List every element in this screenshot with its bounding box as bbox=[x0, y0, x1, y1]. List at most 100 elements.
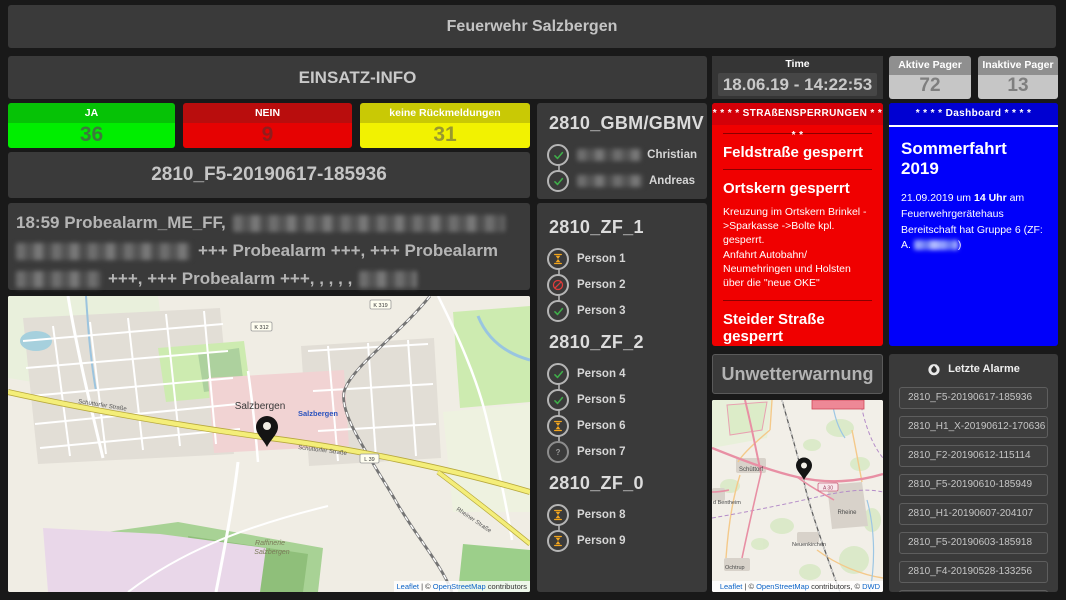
active-pager-box: Aktive Pager 72 bbox=[889, 56, 971, 99]
status-keine-label: keine Rückmeldungen bbox=[360, 103, 530, 123]
alarm-list-item[interactable]: 2810_F2-20190612-115114 bbox=[899, 445, 1048, 467]
main-map-place-label: Salzbergen bbox=[235, 401, 286, 412]
town-label: Neuenkirchen bbox=[792, 542, 826, 548]
redacted-name bbox=[577, 149, 641, 161]
member-row: Christian bbox=[547, 142, 697, 168]
status-box-ja: JA 36 bbox=[8, 103, 175, 148]
recent-alarms-header: Letzte Alarme bbox=[889, 354, 1058, 380]
leaflet-link[interactable]: Leaflet bbox=[397, 582, 420, 591]
status-keine-value: 31 bbox=[360, 123, 530, 148]
member-name: Andreas bbox=[649, 175, 695, 187]
status-box-nein: NEIN 9 bbox=[183, 103, 352, 148]
redacted-text bbox=[16, 271, 101, 288]
roadblock-title: Feldstraße gesperrt bbox=[723, 144, 872, 161]
alarm-list-item[interactable]: 2810_F5-20190617-185936 bbox=[899, 387, 1048, 409]
member-row: Person 4 bbox=[547, 361, 697, 387]
redacted-name bbox=[577, 175, 643, 187]
alarm-list-item[interactable]: 2810_F5-20190610-185949 bbox=[899, 474, 1048, 496]
member-name: Person 7 bbox=[577, 446, 626, 458]
alarm-message-line: +++ Probealarm +++, +++ Probealarm bbox=[16, 237, 522, 265]
dashboard-event-location: Feuerwehrgerätehaus bbox=[901, 207, 1046, 223]
group-panel-gbm: 2810_GBM/GBMV ChristianAndreas bbox=[537, 103, 707, 199]
recent-alarms-panel: Letzte Alarme 2810_F5-20190617-185936281… bbox=[889, 354, 1058, 592]
status-box-keine-rueckmeldungen: keine Rückmeldungen 31 bbox=[360, 103, 530, 148]
divider bbox=[723, 300, 872, 301]
dashboard-header: * * * * Dashboard * * * * bbox=[889, 103, 1058, 125]
alarm-text: 18:59 Probealarm_ME_FF, bbox=[16, 213, 226, 233]
weather-map-canvas: A 30 Schüttorf d Bentheim Rheine Neuenki… bbox=[712, 400, 883, 592]
weather-warning-title: Unwetterwarnung bbox=[721, 364, 873, 385]
dashboard-event-title: Sommerfahrt 2019 bbox=[901, 139, 1046, 179]
leaflet-link[interactable]: Leaflet bbox=[720, 582, 743, 591]
hourglass-icon bbox=[547, 415, 569, 437]
check-icon bbox=[547, 170, 569, 192]
inactive-pager-value: 13 bbox=[978, 75, 1058, 99]
alarm-message-panel: 18:59 Probealarm_ME_FF, +++ Probealarm +… bbox=[8, 203, 530, 290]
alarm-list-item[interactable]: 2810_H1-20190607-204107 bbox=[899, 503, 1048, 525]
check-icon bbox=[547, 300, 569, 322]
einsatz-id-bar: 2810_F5-20190617-185936 bbox=[8, 152, 530, 198]
member-name: Christian bbox=[647, 149, 697, 161]
road-badge: K 319 bbox=[373, 303, 387, 309]
hourglass-icon bbox=[547, 504, 569, 526]
redacted-text bbox=[233, 215, 505, 232]
roadblocks-list: Feldstraße gesperrtOrtskern gesperrtKreu… bbox=[712, 133, 883, 346]
group-panel-zf: 2810_ZF_1Person 1Person 2Person 32810_ZF… bbox=[537, 203, 707, 592]
member-row: Person 1 bbox=[547, 246, 697, 272]
group-title: 2810_ZF_2 bbox=[549, 332, 697, 353]
member-name: Person 4 bbox=[577, 368, 626, 380]
einsatz-info-title: EINSATZ-INFO bbox=[299, 68, 417, 88]
app-title: Feuerwehr Salzbergen bbox=[447, 18, 618, 36]
divider bbox=[723, 169, 872, 170]
member-name: Person 6 bbox=[577, 420, 626, 432]
roadblock-title: Steider Straße gesperrt bbox=[723, 311, 872, 345]
osm-link[interactable]: OpenStreetMap bbox=[433, 582, 486, 591]
member-list: Person 8Person 9 bbox=[547, 502, 697, 554]
member-row: Person 3 bbox=[547, 298, 697, 324]
osm-link[interactable]: OpenStreetMap bbox=[756, 582, 809, 591]
alarm-list-item[interactable] bbox=[899, 590, 1048, 592]
alarm-message-line: 18:59 Probealarm_ME_FF, bbox=[16, 209, 522, 237]
recent-alarms-title: Letzte Alarme bbox=[948, 363, 1020, 375]
blocked-icon bbox=[547, 274, 569, 296]
motorway-badge: A 30 bbox=[823, 486, 833, 492]
town-label: Schüttorf bbox=[739, 467, 763, 473]
redacted-text bbox=[16, 243, 191, 260]
member-list: Person 4Person 5Person 6?Person 7 bbox=[547, 361, 697, 465]
dashboard-panel: * * * * Dashboard * * * * Sommerfahrt 20… bbox=[889, 103, 1058, 346]
inactive-pager-label: Inaktive Pager bbox=[978, 56, 1058, 75]
check-icon bbox=[547, 363, 569, 385]
road-badge: K 312 bbox=[254, 325, 268, 331]
status-nein-label: NEIN bbox=[183, 103, 352, 123]
alarm-list-item[interactable]: 2810_H1_X-20190612-170636 bbox=[899, 416, 1048, 438]
member-row: Person 2 bbox=[547, 272, 697, 298]
alarm-text: +++ Probealarm +++, +++ Probealarm bbox=[198, 241, 498, 261]
member-name: Person 3 bbox=[577, 305, 626, 317]
member-name: Person 2 bbox=[577, 279, 626, 291]
town-label: Rheine bbox=[837, 510, 857, 516]
roadblocks-header: * * * * STRAßENSPERRUNGEN * * * * bbox=[712, 103, 883, 125]
active-pager-label: Aktive Pager bbox=[889, 56, 971, 75]
main-map-attribution: Leaflet | © OpenStreetMap contributors bbox=[394, 581, 531, 592]
time-panel: Time 18.06.19 - 14:22:53 bbox=[712, 56, 883, 99]
main-map-industrial-label: Raffinerie bbox=[255, 540, 285, 547]
dashboard-standby: Bereitschaft hat Gruppe 6 (ZF: A. ) bbox=[901, 223, 1046, 255]
main-map[interactable]: Schüttorfer Straße Schüttorfer Straße Rh… bbox=[8, 296, 530, 592]
redacted-text bbox=[914, 240, 958, 250]
status-ja-value: 36 bbox=[8, 123, 175, 148]
member-list: Christian Andreas bbox=[547, 142, 697, 194]
dwd-link[interactable]: DWD bbox=[862, 582, 880, 591]
hourglass-icon bbox=[547, 530, 569, 552]
roadblocks-panel: * * * * STRAßENSPERRUNGEN * * * * Feldst… bbox=[712, 103, 883, 346]
weather-map[interactable]: A 30 Schüttorf d Bentheim Rheine Neuenki… bbox=[712, 400, 883, 592]
member-row: ?Person 7 bbox=[547, 439, 697, 465]
hourglass-icon bbox=[547, 248, 569, 270]
alarm-list-item[interactable]: 2810_F4-20190528-133256 bbox=[899, 561, 1048, 583]
dashboard-event-date: 21.09.2019 um 14 Uhr am bbox=[901, 191, 1046, 207]
time-value: 18.06.19 - 14:22:53 bbox=[718, 73, 877, 96]
check-icon bbox=[547, 144, 569, 166]
member-name: Person 8 bbox=[577, 509, 626, 521]
einsatz-info-header: EINSATZ-INFO bbox=[8, 56, 707, 99]
recent-alarms-list: 2810_F5-20190617-185936 2810_H1_X-2019061… bbox=[889, 387, 1058, 592]
alarm-list-item[interactable]: 2810_F5-20190603-185918 bbox=[899, 532, 1048, 554]
